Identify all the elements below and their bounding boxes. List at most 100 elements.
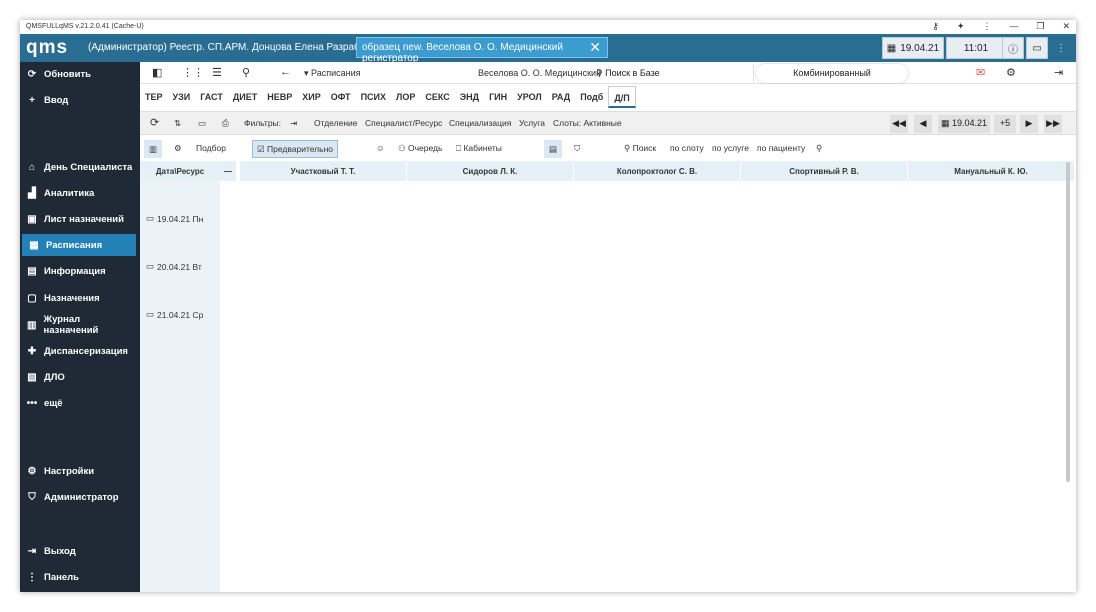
sidebar-item-sidebar-items-5[interactable]: ▢ Назначения xyxy=(20,287,140,309)
combined-select[interactable]: Комбинированный xyxy=(756,64,908,83)
sidebar-item-sidebar-bottom-1[interactable]: ⛉ Администратор xyxy=(20,486,140,508)
tab-12[interactable]: УРОЛ xyxy=(512,86,547,108)
sidebar-item-sidebar-top-1[interactable]: + Ввод xyxy=(20,89,140,111)
sidebar-item-sidebar-bottom-0[interactable]: ⚙ Настройки xyxy=(20,460,140,482)
tab-5[interactable]: ХИР xyxy=(297,86,325,108)
gear-icon[interactable]: ⚙ xyxy=(174,143,182,154)
by-patient-button[interactable]: по пациенту xyxy=(757,143,805,153)
grid-icon[interactable]: ⋮⋮ xyxy=(182,66,204,79)
first-page-button[interactable]: ◀◀ xyxy=(890,115,908,133)
next-button[interactable]: ▶ xyxy=(1020,115,1038,133)
sidebar-item-sidebar-items-7[interactable]: ✚ Диспансеризация xyxy=(20,340,140,362)
window-icon[interactable]: ▭ xyxy=(1026,37,1048,59)
last-page-button[interactable]: ▶▶ xyxy=(1044,115,1062,133)
date-row-label[interactable]: ▭ 19.04.21 Пн xyxy=(146,213,203,224)
maximize-button[interactable]: ❐ xyxy=(1036,21,1044,32)
sidebar-item-sidebar-items-4[interactable]: ▤ Информация xyxy=(20,260,140,282)
date-row-label[interactable]: ▭ 20.04.21 Вт xyxy=(146,261,202,272)
filter-department[interactable]: Отделение xyxy=(314,118,357,128)
sidebar-item-sidebar-items-3[interactable]: ▦ Расписания xyxy=(22,234,136,256)
close-icon[interactable]: ✕ xyxy=(589,39,601,56)
pin-icon[interactable]: ✦ xyxy=(957,21,965,32)
print-icon[interactable]: ⎙ xyxy=(222,118,229,129)
minimize-button[interactable]: — xyxy=(1009,21,1018,32)
mail-icon[interactable]: ✉ xyxy=(976,66,985,79)
date-row-label[interactable]: ▭ 21.04.21 Ср xyxy=(146,309,203,320)
sidebar-item-sidebar-items-6[interactable]: ▥ Журнал назначений xyxy=(20,314,140,336)
menu-icon: ▧ xyxy=(27,371,37,383)
sidebar-item-sidebar-items-2[interactable]: ▣ Лист назначений xyxy=(20,208,140,230)
sidebar-item-sidebar-items-1[interactable]: ▟ Аналитика xyxy=(20,182,140,204)
person-icon[interactable]: ⚲ xyxy=(816,143,822,154)
tab-6[interactable]: ОФТ xyxy=(326,86,356,108)
tab-4[interactable]: НЕВР xyxy=(262,86,297,108)
search-input[interactable]: ⚲ Поиск в Базе xyxy=(592,65,754,82)
folder-icon[interactable]: ▭ xyxy=(198,118,206,129)
breadcrumb[interactable]: ▾ Расписания xyxy=(304,68,361,79)
sidebar-item-sidebar-items-9[interactable]: ••• ещё xyxy=(20,392,140,414)
sidebar-item-label: День Специалиста xyxy=(44,161,133,173)
filter-specialization[interactable]: Специализация xyxy=(449,118,511,128)
shield-icon[interactable]: ⛉ xyxy=(574,143,580,154)
queue-button[interactable]: ⚇ Очередь xyxy=(398,143,442,154)
tab-10[interactable]: ЭНД xyxy=(455,86,484,108)
tab-8[interactable]: ЛОР xyxy=(391,86,420,108)
list-icon[interactable]: ☰ xyxy=(212,66,222,79)
refresh-icon[interactable]: ⟳ xyxy=(150,116,159,129)
person-icon[interactable]: ⚲ xyxy=(242,66,250,79)
resource-header[interactable]: Сидоров Л. К. xyxy=(407,161,573,181)
tab-7[interactable]: ПСИХ xyxy=(356,86,391,108)
tab-11[interactable]: ГИН xyxy=(484,86,512,108)
tab-3[interactable]: ДИЕТ xyxy=(228,86,262,108)
tab-14[interactable]: Подб xyxy=(575,86,608,108)
resource-header[interactable]: Колопроктолог С. В. xyxy=(574,161,740,181)
more-vert-icon[interactable]: ⋮ xyxy=(982,21,991,32)
filter-service[interactable]: Услуга xyxy=(519,118,545,128)
resource-header[interactable]: Участковый Т. Т. xyxy=(240,161,406,181)
sidebar-item-sidebar-items-0[interactable]: ⌂ День Специалиста xyxy=(20,156,140,178)
prev-button[interactable]: ◀ xyxy=(914,115,932,133)
folder-icon: ▭ xyxy=(146,213,155,223)
sidebar-item-sidebar-bottom-3[interactable]: ⋮ Панель xyxy=(20,566,140,588)
action-bar: ▥ ⚙ Подбор ☑ Предварительно ☺ ⚇ Очередь … xyxy=(140,137,1076,161)
preliminary-toggle[interactable]: ☑ Предварительно xyxy=(252,140,338,158)
back-arrow-icon[interactable]: ← xyxy=(280,66,291,78)
select-button[interactable]: Подбор xyxy=(196,143,226,153)
by-service-button[interactable]: по услуге xyxy=(712,143,749,153)
menu-icon: ⌂ xyxy=(28,161,36,173)
filter-specialist[interactable]: Специалист/Ресурс xyxy=(365,118,442,128)
sidebar-item-sidebar-bottom-2[interactable]: ⇥ Выход xyxy=(20,540,140,562)
cabinets-button[interactable]: ⎕ Кабинеты xyxy=(456,143,502,154)
key-icon[interactable]: ⚷ xyxy=(932,21,939,32)
panel-toggle-icon[interactable]: ◧ xyxy=(152,66,162,79)
tab-15[interactable]: Д/П xyxy=(608,86,636,108)
face-icon[interactable]: ☺ xyxy=(376,143,385,153)
tab-9[interactable]: СЕКС xyxy=(420,86,454,108)
gear-icon[interactable]: ⚙ xyxy=(1006,66,1016,79)
date-box[interactable]: ▦ 19.04.21 xyxy=(882,37,944,59)
tab-2[interactable]: ГАСТ xyxy=(195,86,228,108)
arrow-right-icon[interactable]: ⇥ xyxy=(290,118,297,129)
filter-slots[interactable]: Слоты: Активные xyxy=(553,118,622,128)
exit-icon[interactable]: ⇥ xyxy=(1054,66,1063,79)
patient-tab[interactable]: образец new. Веселова О. О. Медицинский … xyxy=(356,37,608,64)
resource-header[interactable]: Мануальный К. Ю. xyxy=(908,161,1074,181)
search-button[interactable]: ⚲ Поиск xyxy=(624,143,656,154)
sort-icon[interactable]: ⇅ xyxy=(174,118,181,129)
info-icon[interactable]: ⓘ xyxy=(1002,37,1024,59)
clipboard-icon[interactable]: ▤ xyxy=(544,140,562,158)
close-button[interactable]: ✕ xyxy=(1062,21,1070,32)
vertical-scrollbar[interactable] xyxy=(1066,162,1070,482)
tab-0[interactable]: ТЕР xyxy=(140,86,168,108)
tab-13[interactable]: РАД xyxy=(547,86,575,108)
sidebar-item-sidebar-items-8[interactable]: ▧ ДЛО xyxy=(20,366,140,388)
menu-icon: ▥ xyxy=(27,319,37,331)
tab-1[interactable]: УЗИ xyxy=(168,86,196,108)
columns-icon[interactable]: ▥ xyxy=(144,140,162,158)
sidebar-item-sidebar-top-0[interactable]: ⟳ Обновить xyxy=(20,63,140,85)
by-slot-button[interactable]: по слоту xyxy=(670,143,704,153)
step-button[interactable]: +5 xyxy=(994,115,1016,133)
date-picker[interactable]: ▦ 19.04.21 xyxy=(938,115,990,133)
resource-header[interactable]: Спортивный Р. В. xyxy=(741,161,907,181)
more-vert-icon[interactable]: ⋮ xyxy=(1050,37,1072,59)
